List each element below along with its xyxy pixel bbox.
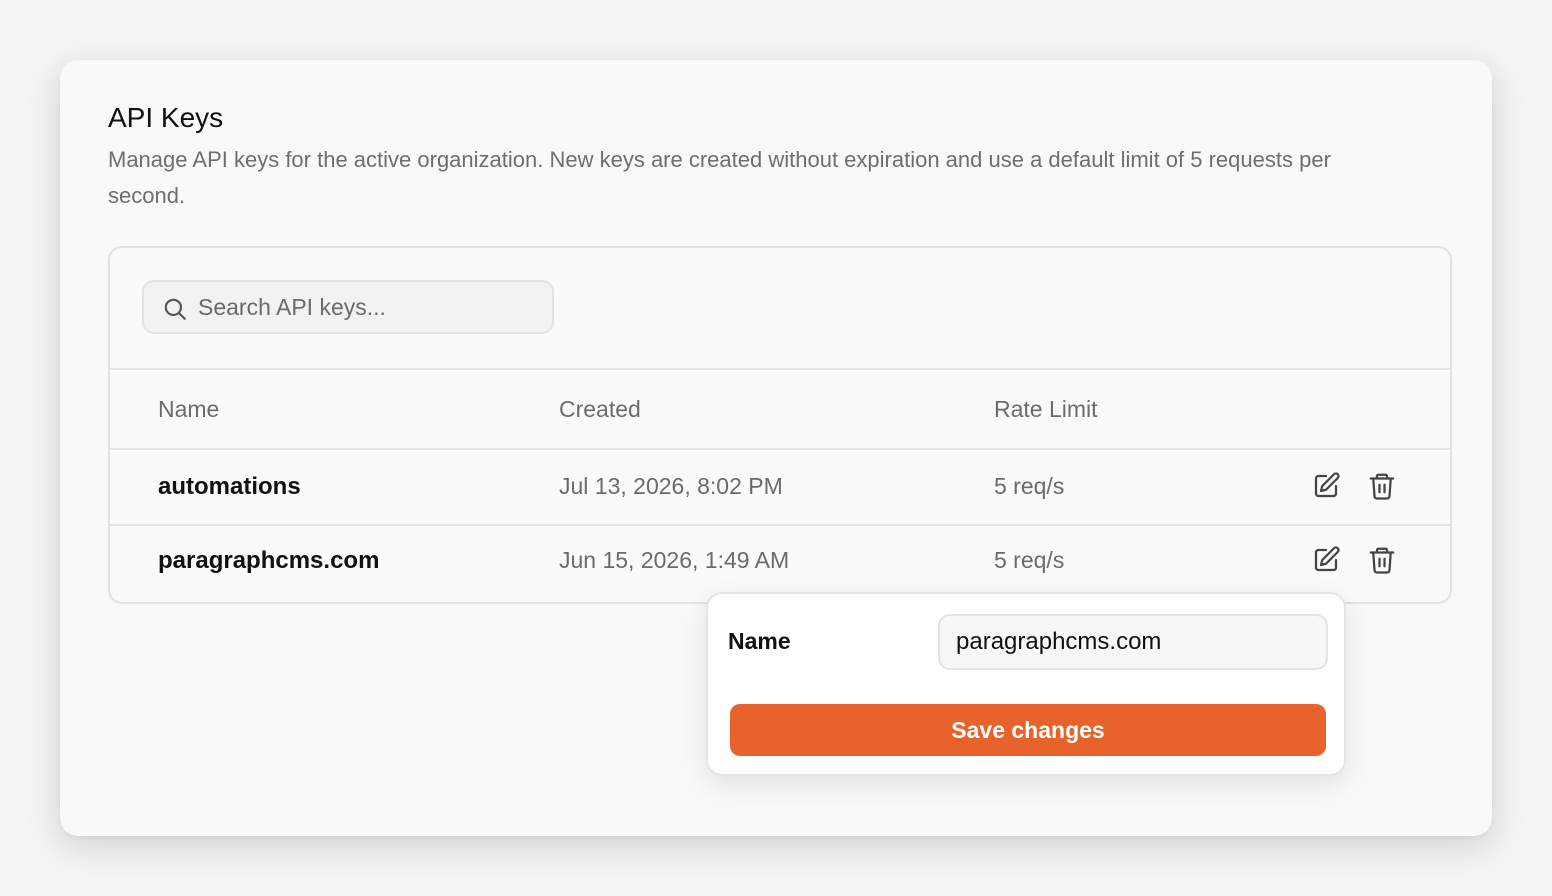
page-title: API Keys — [108, 102, 224, 133]
key-name: paragraphcms.com — [158, 547, 380, 574]
edit-icon[interactable] — [1311, 545, 1341, 575]
key-created: Jul 13, 2026, 8:02 PM — [559, 473, 783, 499]
page-description: Manage API keys for the active organizat… — [108, 147, 1331, 208]
key-created: Jun 15, 2026, 1:49 AM — [559, 547, 790, 573]
key-name: automations — [158, 473, 301, 500]
edit-icon[interactable] — [1311, 471, 1341, 501]
trash-icon[interactable] — [1367, 545, 1397, 575]
search-box[interactable] — [142, 280, 554, 334]
save-changes-button[interactable]: Save changes — [730, 704, 1326, 756]
table-row: paragraphcms.com Jun 15, 2026, 1:49 AM 5… — [110, 526, 1450, 600]
trash-icon[interactable] — [1367, 471, 1397, 501]
name-field-label: Name — [728, 628, 791, 654]
table-row: automations Jul 13, 2026, 8:02 PM 5 req/… — [110, 450, 1450, 524]
key-rate-limit: 5 req/s — [994, 473, 1065, 499]
api-keys-table-panel: Name Created Rate Limit automations Jul … — [108, 246, 1452, 604]
column-header-name: Name — [158, 396, 220, 422]
search-input[interactable] — [198, 286, 538, 328]
search-icon — [164, 298, 186, 320]
key-rate-limit: 5 req/s — [994, 547, 1065, 573]
name-field[interactable] — [938, 614, 1328, 670]
column-header-created: Created — [559, 396, 641, 422]
column-header-rate-limit: Rate Limit — [994, 396, 1098, 422]
edit-key-popover: Name Save changes — [706, 592, 1346, 776]
table-header: Name Created Rate Limit — [110, 370, 1450, 448]
